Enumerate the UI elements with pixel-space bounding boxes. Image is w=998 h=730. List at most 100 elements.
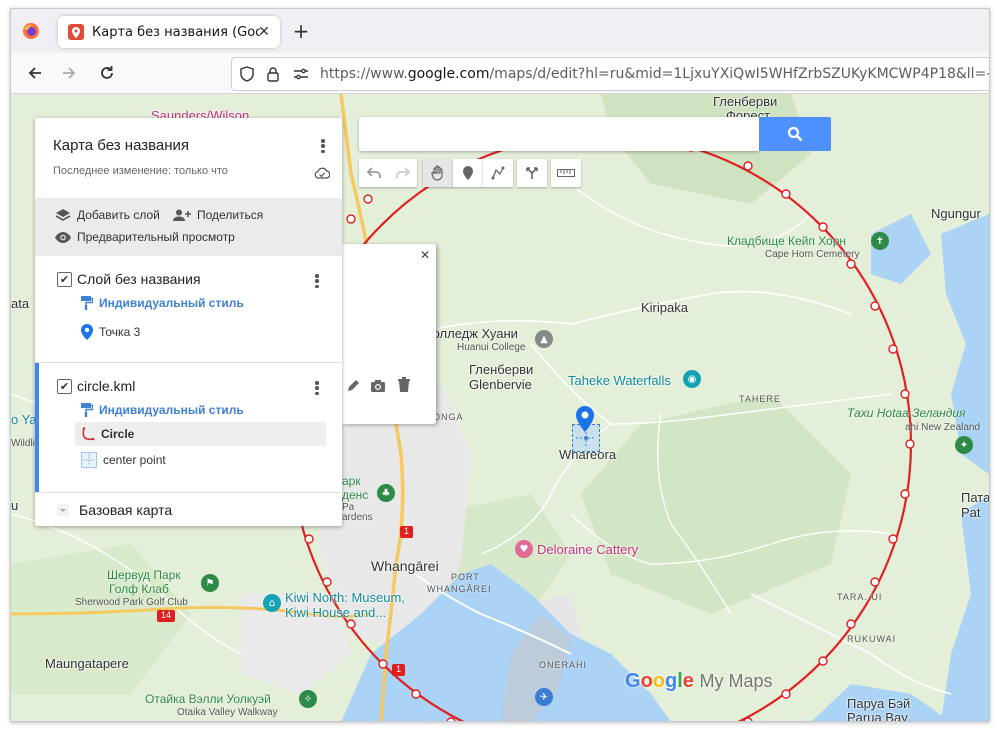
- new-tab-button[interactable]: +: [289, 19, 313, 43]
- undo-icon[interactable]: [359, 159, 388, 187]
- cemetery-icon[interactable]: ✝: [871, 232, 889, 250]
- camera-icon[interactable]: [370, 378, 386, 397]
- map-label: Тахи Ноtaa Зеландия: [847, 406, 966, 420]
- layer-style-link[interactable]: Индивидуальный стиль: [81, 403, 244, 417]
- map-label: WHANGĀREI: [427, 584, 492, 594]
- redo-icon[interactable]: [388, 159, 417, 187]
- layer-options-icon[interactable]: [312, 378, 322, 398]
- map-label: ahi New Zealand: [905, 422, 981, 433]
- map-label: u: [11, 498, 19, 513]
- road-shield-14: 14: [157, 610, 175, 622]
- map-label: Kiripaka: [641, 300, 688, 315]
- eye-icon: [55, 231, 71, 243]
- map-canvas[interactable]: ✝ ▲ ◉ ✦ ♣ ♥ ⚑ ⌂ ✧ ✈ 1 1 14 Гленберви Фор…: [11, 94, 989, 721]
- map-label: ONERAHI: [539, 660, 588, 670]
- feature-item-circle[interactable]: Circle: [81, 427, 134, 441]
- map-label: Otaika Valley Walkway: [177, 707, 278, 718]
- layer-circle-kml: ✔ circle.kml Индивидуальный стиль Circle…: [35, 363, 342, 493]
- golf-icon[interactable]: ⚑: [201, 574, 219, 592]
- map-label: Ngungur: [931, 206, 981, 221]
- last-modified-status: Последнее изменение: только что: [53, 165, 228, 177]
- college-icon[interactable]: ▲: [535, 330, 553, 348]
- layer-checkbox[interactable]: ✔: [57, 379, 72, 394]
- layer-name[interactable]: Слой без названия: [77, 271, 201, 287]
- feature-item-point-3[interactable]: Точка 3: [81, 324, 140, 340]
- tab-mymaps[interactable]: Карта без названия (Goo ✕: [58, 16, 280, 48]
- base-map-toggle[interactable]: Базовая карта: [57, 502, 172, 518]
- road-shield-1: 1: [400, 526, 413, 538]
- map-label: TAHERE: [739, 394, 781, 404]
- divider: [35, 492, 342, 493]
- search-button[interactable]: [759, 117, 831, 151]
- layer-style-link[interactable]: Индивидуальный стиль: [81, 296, 244, 310]
- map-label: Cape Horn Cemetery: [765, 249, 860, 260]
- layer-untitled: ✔ Слой без названия Индивидуальный стиль…: [35, 256, 342, 364]
- layers-panel: Карта без названия Последнее изменение: …: [35, 118, 342, 526]
- search-input[interactable]: [359, 117, 759, 151]
- map-label: Huanui College: [457, 342, 526, 353]
- layer-name[interactable]: circle.kml: [77, 378, 135, 394]
- map-label: Sherwood Park Golf Club: [75, 597, 188, 608]
- cloud-saved-icon: [314, 164, 331, 183]
- tahi-icon[interactable]: ✦: [955, 436, 973, 454]
- map-label: Пата: [961, 490, 989, 505]
- close-tab-icon[interactable]: ✕: [254, 22, 274, 42]
- navigation-bar: https://www.google.com/maps/d/edit?hl=ru…: [11, 53, 989, 94]
- museum-icon[interactable]: ⌂: [263, 594, 281, 612]
- hand-tool-icon[interactable]: [423, 159, 453, 187]
- tab-title: Карта без названия (Goo: [92, 24, 260, 40]
- shield-icon[interactable]: [238, 65, 256, 83]
- lock-icon[interactable]: [264, 65, 282, 83]
- layer-checkbox[interactable]: ✔: [57, 272, 72, 287]
- ruler-icon[interactable]: [551, 159, 581, 187]
- tab-bar: Карта без названия (Goo ✕ +: [11, 9, 989, 53]
- address-bar[interactable]: https://www.google.com/maps/d/edit?hl=ru…: [231, 57, 990, 91]
- layers-icon: [55, 208, 71, 222]
- map-label: TARA..UI: [837, 592, 883, 602]
- cattery-icon[interactable]: ♥: [515, 540, 533, 558]
- directions-icon[interactable]: [517, 159, 547, 187]
- edit-pencil-icon[interactable]: [346, 378, 360, 397]
- permissions-icon[interactable]: [292, 65, 310, 83]
- point-3-pin-icon[interactable]: [576, 406, 594, 436]
- map-label: Шервуд Парк: [107, 568, 181, 582]
- road-shield-1b: 1: [392, 664, 405, 676]
- layer-options-icon[interactable]: [312, 271, 322, 291]
- blue-pin-icon: [81, 324, 93, 340]
- map-label: Wildlif: [11, 438, 38, 449]
- map-label: Колледж Хуани: [425, 326, 518, 341]
- firefox-menu-icon[interactable]: [19, 19, 43, 43]
- browser-window: Карта без названия (Goo ✕ + https://www.…: [10, 8, 990, 722]
- google-maps-favicon-icon: [68, 24, 84, 40]
- map-label: ata: [11, 296, 30, 311]
- map-label: Whangārei: [371, 558, 439, 574]
- gardens-icon[interactable]: ♣: [377, 484, 395, 502]
- url-text: https://www.google.com/maps/d/edit?hl=ru…: [320, 66, 990, 82]
- map-label: арк: [342, 474, 361, 488]
- trash-icon[interactable]: [398, 377, 410, 396]
- map-options-icon[interactable]: [318, 136, 328, 156]
- walkway-icon[interactable]: ✧: [299, 690, 317, 708]
- back-arrow-icon[interactable]: [23, 61, 47, 85]
- waterfall-icon[interactable]: ◉: [683, 370, 701, 388]
- map-label: Kiwi North: Museum,: [285, 590, 405, 605]
- reload-icon[interactable]: [95, 61, 119, 85]
- preview-button[interactable]: Предварительный просмотр: [55, 230, 235, 244]
- add-layer-button[interactable]: Добавить слой: [55, 208, 160, 222]
- draw-line-icon[interactable]: [483, 159, 513, 187]
- map-label: Кладбище Кейп Хорн: [727, 234, 847, 248]
- forward-arrow-icon[interactable]: [57, 61, 81, 85]
- popup-close-icon[interactable]: ✕: [418, 248, 432, 262]
- add-marker-icon[interactable]: [453, 159, 483, 187]
- search-icon: [787, 126, 803, 142]
- add-person-icon: [173, 209, 191, 221]
- feature-item-center-point[interactable]: center point: [81, 452, 166, 468]
- map-label: Maungatapere: [45, 656, 129, 671]
- airport-icon[interactable]: ✈: [535, 688, 553, 706]
- map-label: RUKUWAI: [847, 634, 897, 644]
- map-label: o Ya: [11, 412, 37, 427]
- map-title[interactable]: Карта без названия: [53, 137, 189, 154]
- map-label: Taheke Waterfalls: [568, 373, 671, 388]
- line-feature-icon: [81, 427, 95, 441]
- share-button[interactable]: Поделиться: [173, 208, 263, 222]
